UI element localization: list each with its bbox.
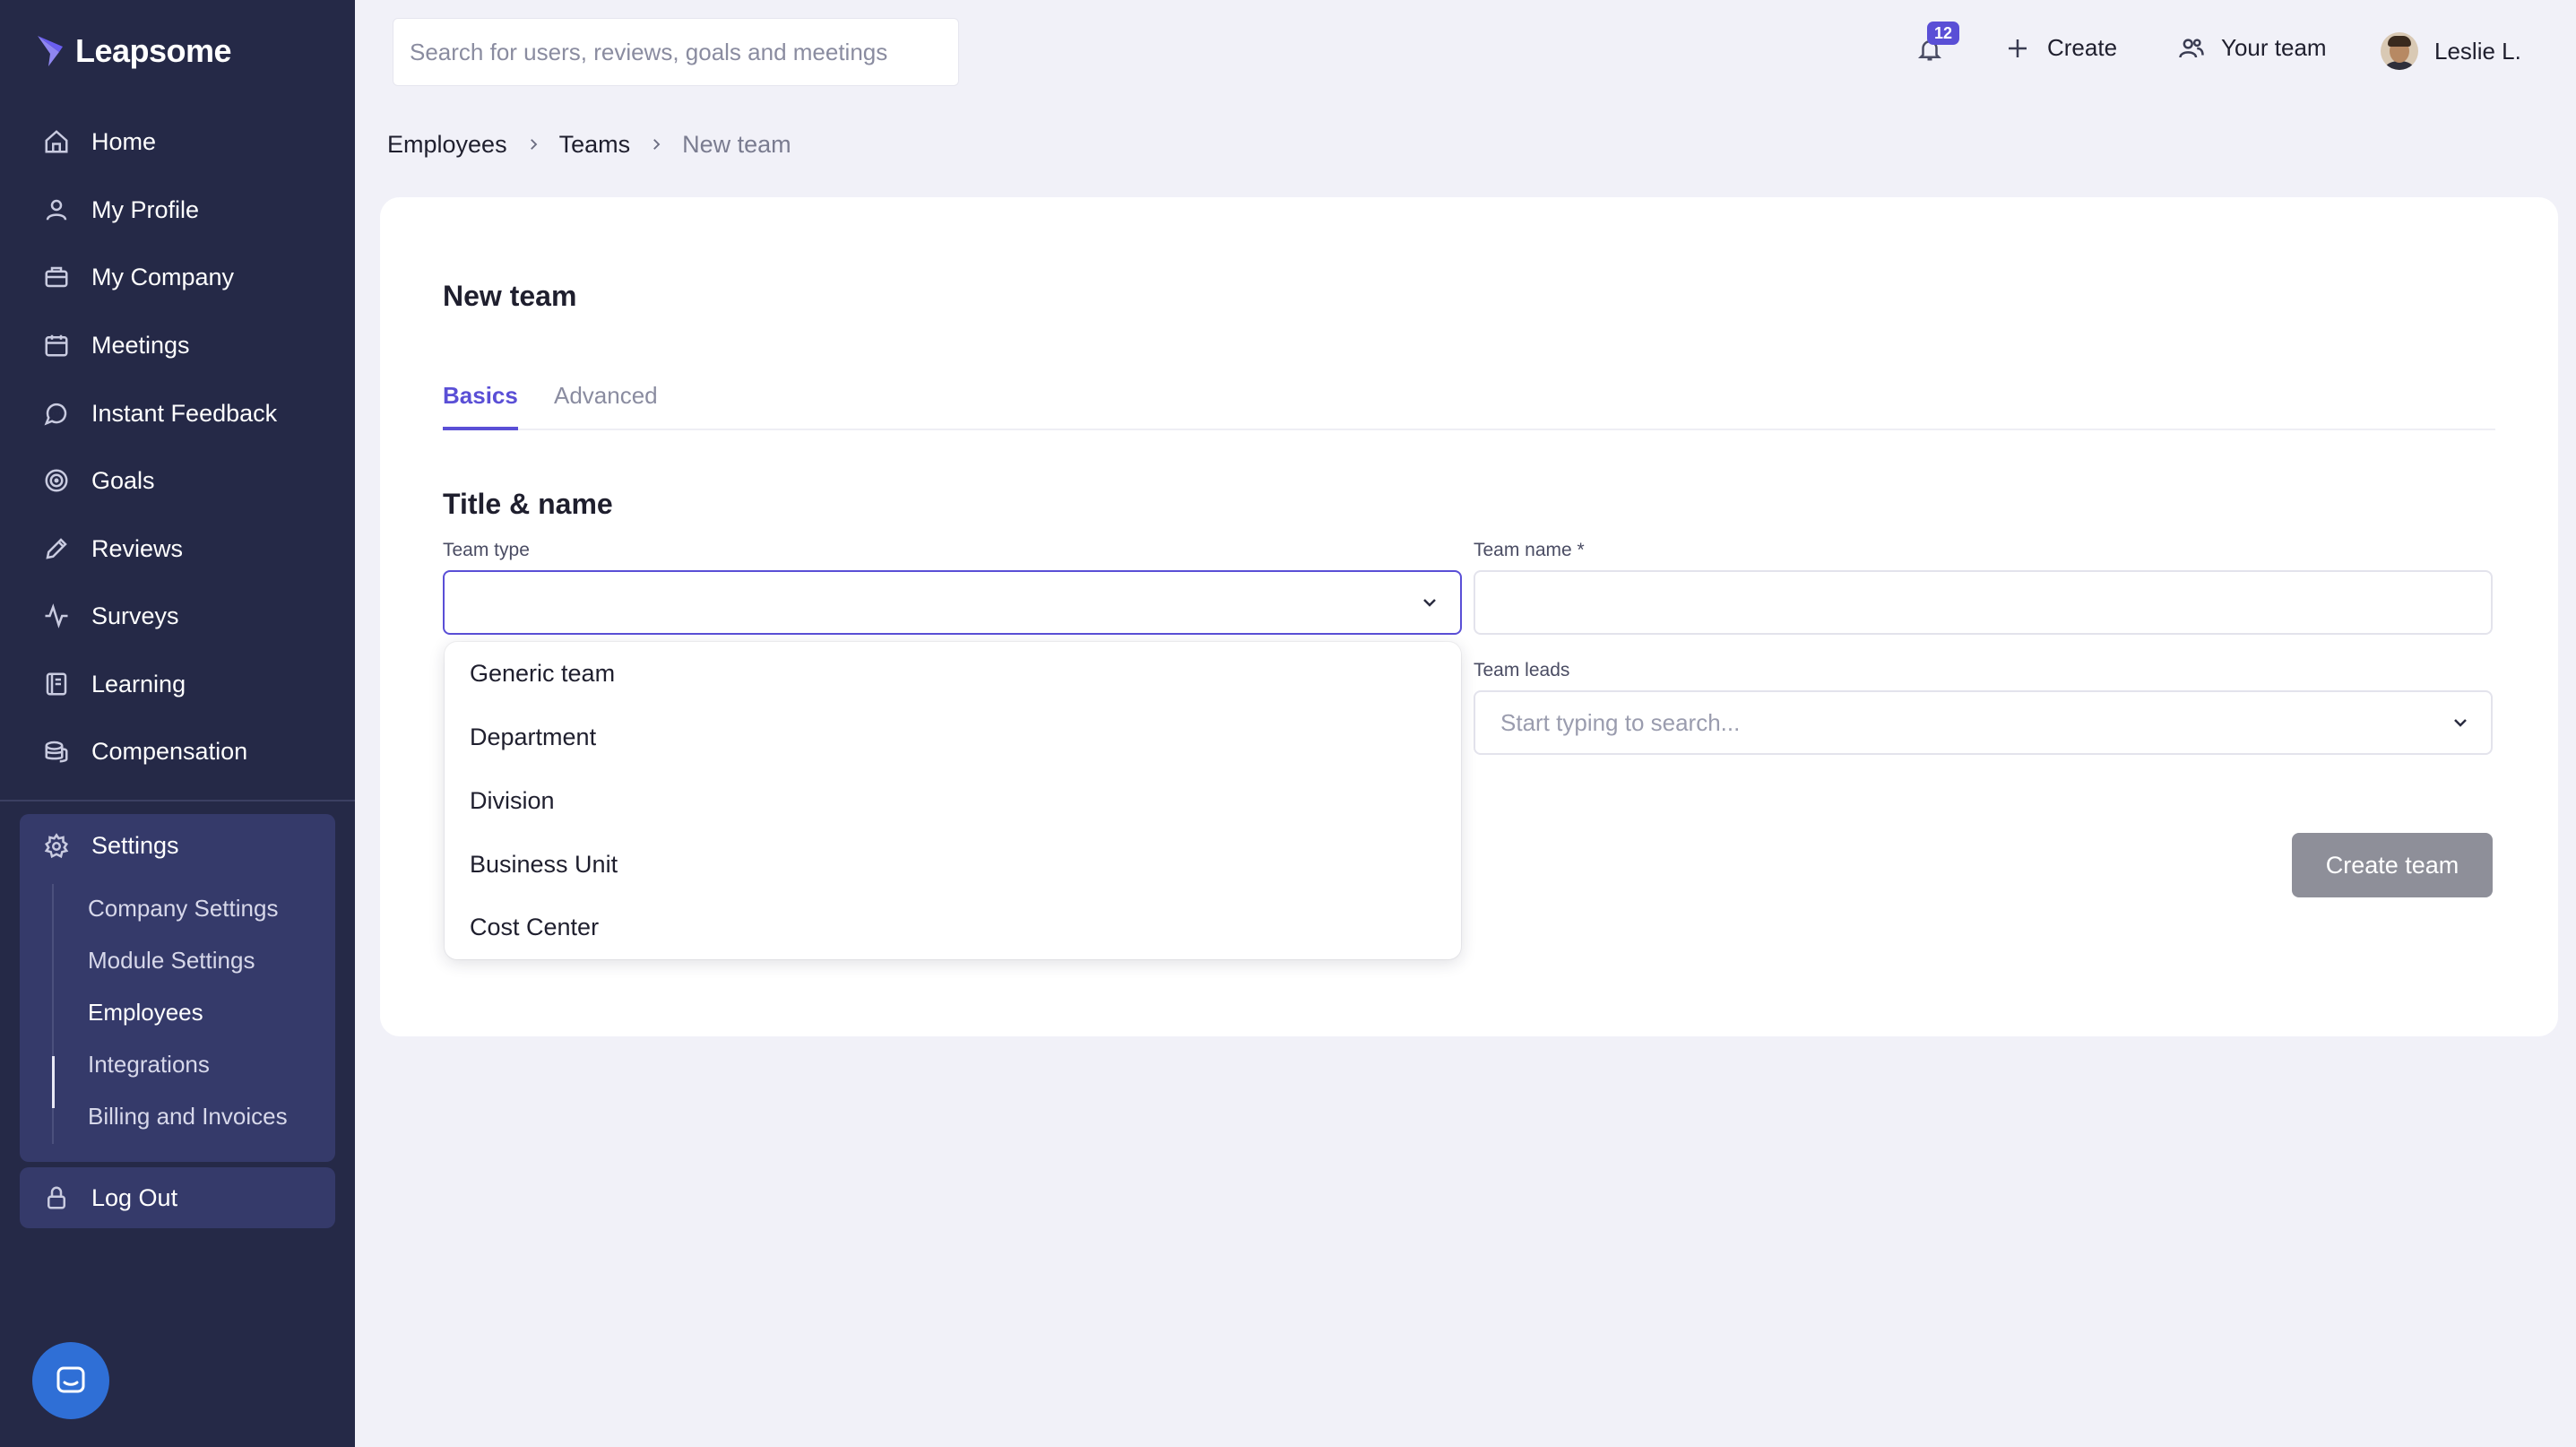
team-name-field[interactable] [1474, 570, 2493, 635]
leapsome-logo[interactable]: Leapsome [36, 32, 232, 70]
sidebar-item-goals[interactable]: Goals [43, 458, 155, 503]
home-icon [45, 130, 68, 153]
logo-text: Leapsome [75, 32, 232, 69]
sidebar-item-label: Learning [91, 670, 186, 698]
create-team-button[interactable]: Create team [2292, 833, 2493, 897]
avatar [2381, 32, 2418, 70]
chat-widget-icon [56, 1366, 85, 1393]
sidebar-item-label: Home [91, 127, 157, 155]
breadcrumb-employees[interactable]: Employees [387, 131, 507, 159]
sidebar-item-label: Reviews [91, 534, 184, 562]
sidebar-item-label: Instant Feedback [91, 399, 278, 427]
chat-icon [44, 403, 67, 426]
breadcrumb: Employees Teams New team [387, 131, 791, 159]
chevron-right-icon [648, 131, 664, 159]
breadcrumb-current: New team [682, 131, 791, 158]
plus-icon [2009, 39, 2027, 57]
sidebar-divider [0, 800, 355, 801]
your-team-label: Your team [2221, 34, 2327, 61]
team-type-dropdown: Generic team Department Division Busines… [445, 642, 1461, 959]
sidebar-item-my-profile[interactable]: My Profile [43, 187, 199, 232]
book-icon [46, 672, 67, 696]
building-icon [45, 266, 68, 288]
lock-icon [48, 1186, 65, 1209]
sidebar-item-home[interactable]: Home [43, 119, 156, 164]
settings-submenu: Company Settings Module Settings Employe… [52, 884, 321, 1144]
global-search[interactable] [393, 18, 959, 86]
sidebar-item-label: My Profile [91, 195, 200, 223]
active-indicator [52, 1056, 55, 1108]
leapsome-bird-icon [38, 36, 63, 66]
calendar-icon [45, 334, 68, 357]
gear-icon [44, 832, 69, 858]
sidebar-item-module-settings[interactable]: Module Settings [88, 947, 255, 975]
notification-badge: 12 [1927, 22, 1959, 45]
sidebar-item-integrations[interactable]: Integrations [88, 1051, 210, 1079]
support-chat-button[interactable] [32, 1342, 109, 1419]
chevron-down-icon [1419, 592, 1440, 613]
sidebar-item-label: My Company [91, 263, 235, 290]
sidebar-item-settings[interactable]: Settings [43, 832, 179, 860]
team-leads-input[interactable] [1500, 708, 2466, 737]
sidebar-item-compensation[interactable]: Compensation [43, 729, 247, 774]
pencil-icon [46, 538, 67, 559]
coins-icon [45, 741, 68, 763]
option-department[interactable]: Department [470, 724, 596, 751]
chevron-right-icon [525, 131, 541, 159]
team-name-label: Team name * [1474, 540, 1585, 560]
logout-button[interactable]: Log Out [20, 1167, 335, 1228]
sidebar: Leapsome Home My Profile My Company Meet… [0, 0, 355, 1447]
sidebar-item-my-company[interactable]: My Company [43, 255, 234, 299]
breadcrumb-teams[interactable]: Teams [559, 131, 631, 159]
form-tabs: Basics Advanced [443, 377, 2495, 430]
logout-label: Log Out [91, 1183, 178, 1211]
team-type-label: Team type [443, 540, 530, 560]
section-title: Title & name [443, 488, 613, 520]
user-name: Leslie L. [2434, 37, 2521, 65]
team-name-input[interactable] [1500, 588, 2466, 617]
user-icon [46, 199, 67, 221]
chevron-down-icon [2450, 712, 2471, 733]
team-leads-select[interactable] [1474, 690, 2493, 755]
sidebar-item-label: Goals [91, 466, 155, 494]
sidebar-item-meetings[interactable]: Meetings [43, 323, 190, 368]
sidebar-item-label: Meetings [91, 331, 190, 359]
page-title: New team [443, 280, 577, 312]
option-business-unit[interactable]: Business Unit [470, 851, 618, 879]
tab-advanced[interactable]: Advanced [554, 382, 658, 430]
sidebar-item-learning[interactable]: Learning [43, 662, 186, 706]
settings-section: Settings Company Settings Module Setting… [20, 814, 335, 1162]
sidebar-item-reviews[interactable]: Reviews [43, 526, 183, 571]
option-division[interactable]: Division [470, 787, 555, 815]
pulse-icon [45, 603, 68, 628]
create-label: Create [2047, 34, 2118, 61]
settings-label: Settings [91, 832, 179, 859]
sidebar-item-company-settings[interactable]: Company Settings [88, 895, 278, 923]
create-button[interactable]: Create [2004, 34, 2117, 62]
search-input[interactable] [410, 38, 942, 66]
user-menu[interactable]: Leslie L. [2381, 32, 2521, 70]
option-cost-center[interactable]: Cost Center [470, 914, 599, 941]
sidebar-item-employees[interactable]: Employees [88, 999, 203, 1027]
tab-basics[interactable]: Basics [443, 382, 518, 430]
team-type-value[interactable] [470, 588, 1435, 617]
team-leads-label: Team leads [1474, 660, 1570, 680]
your-team-button[interactable]: Your team [2178, 34, 2327, 62]
team-icon [2179, 38, 2204, 57]
target-icon [45, 469, 68, 492]
sidebar-item-billing-invoices[interactable]: Billing and Invoices [88, 1103, 288, 1131]
sidebar-item-label: Compensation [91, 737, 248, 765]
sidebar-item-instant-feedback[interactable]: Instant Feedback [43, 391, 277, 436]
sidebar-item-surveys[interactable]: Surveys [43, 594, 179, 638]
sidebar-item-label: Surveys [91, 602, 179, 629]
option-generic-team[interactable]: Generic team [470, 660, 615, 688]
team-type-select[interactable] [443, 570, 1462, 635]
